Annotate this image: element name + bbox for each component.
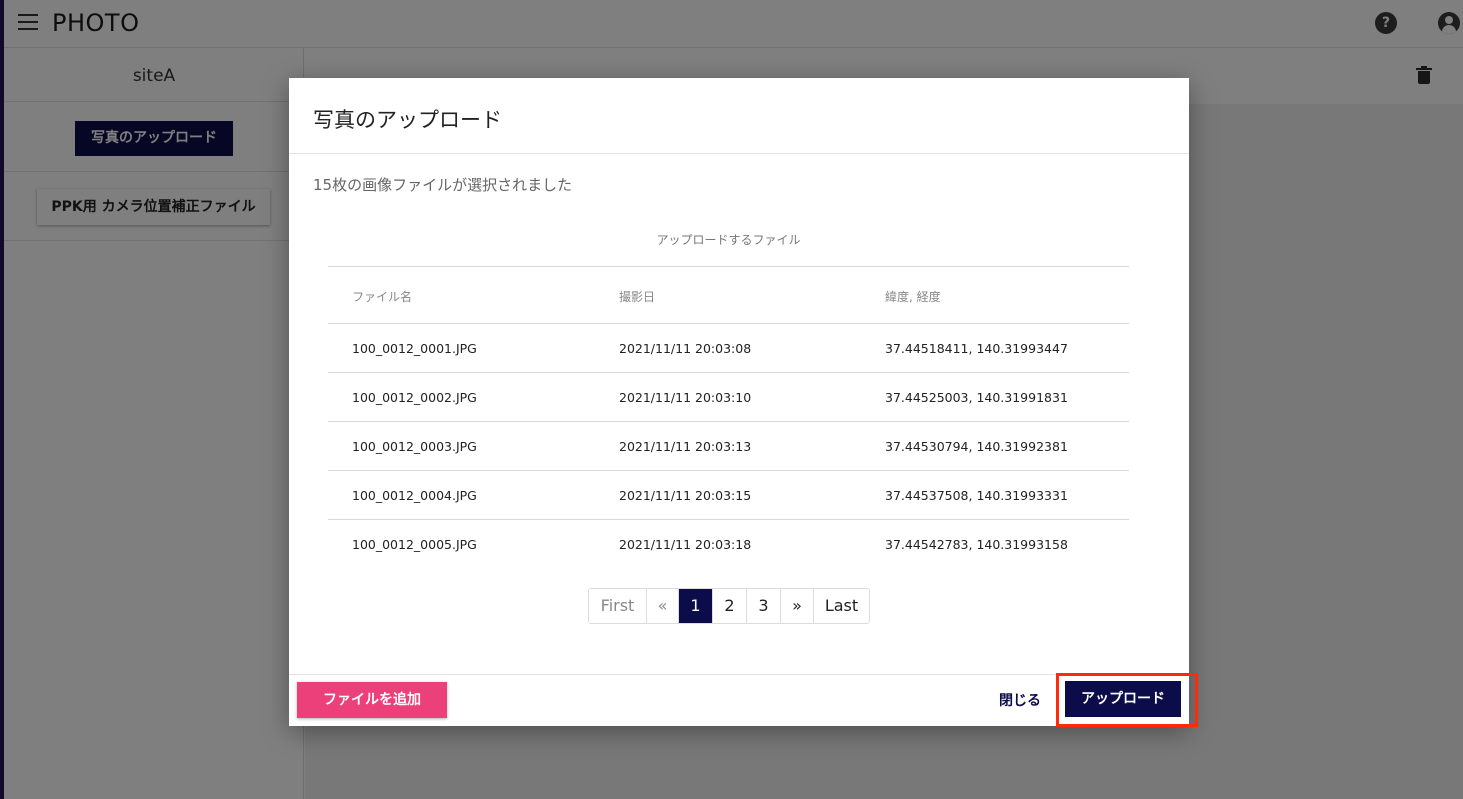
page-next-button[interactable]: »: [781, 589, 814, 623]
upload-button[interactable]: アップロード: [1065, 681, 1181, 717]
page-2-button[interactable]: 2: [713, 589, 747, 623]
cell-date: 2021/11/11 20:03:10: [619, 390, 752, 405]
cell-date: 2021/11/11 20:03:13: [619, 439, 752, 454]
cell-filename: 100_0012_0004.JPG: [352, 488, 477, 503]
dialog-footer: ファイルを追加 閉じる アップロード: [289, 674, 1189, 726]
table-row: 100_0012_0002.JPG 2021/11/11 20:03:10 37…: [328, 373, 1129, 422]
cell-filename: 100_0012_0001.JPG: [352, 341, 477, 356]
page-first-button[interactable]: First: [589, 589, 647, 623]
upload-dialog: 写真のアップロード 15枚の画像ファイルが選択されました アップロードするファイ…: [289, 78, 1189, 726]
dialog-header: 写真のアップロード: [289, 78, 1189, 154]
header-date: 撮影日: [619, 290, 656, 304]
cell-filename: 100_0012_0003.JPG: [352, 439, 477, 454]
pagination: First « 1 2 3 » Last: [588, 588, 870, 624]
page-last-button[interactable]: Last: [814, 589, 869, 623]
dialog-title: 写真のアップロード: [313, 108, 502, 132]
cell-date: 2021/11/11 20:03:18: [619, 537, 752, 552]
cell-filename: 100_0012_0005.JPG: [352, 537, 477, 552]
cell-date: 2021/11/11 20:03:08: [619, 341, 752, 356]
header-filename: ファイル名: [352, 290, 413, 304]
page-prev-button[interactable]: «: [647, 589, 679, 623]
cell-latlng: 37.44542783, 140.31993158: [885, 537, 1068, 552]
table-header-row: ファイル名 撮影日 緯度, 経度: [328, 267, 1129, 324]
page-1-button[interactable]: 1: [679, 589, 713, 623]
cell-latlng: 37.44537508, 140.31993331: [885, 488, 1068, 503]
table-row: 100_0012_0004.JPG 2021/11/11 20:03:15 37…: [328, 471, 1129, 520]
cell-latlng: 37.44530794, 140.31992381: [885, 439, 1068, 454]
add-file-button[interactable]: ファイルを追加: [297, 682, 447, 718]
page-3-button[interactable]: 3: [747, 589, 781, 623]
table-row: 100_0012_0001.JPG 2021/11/11 20:03:08 37…: [328, 324, 1129, 373]
table-row: 100_0012_0005.JPG 2021/11/11 20:03:18 37…: [328, 520, 1129, 569]
cell-latlng: 37.44518411, 140.31993447: [885, 341, 1068, 356]
files-table: アップロードするファイル ファイル名 撮影日 緯度, 経度 100_0012_0…: [328, 227, 1129, 569]
cell-date: 2021/11/11 20:03:15: [619, 488, 752, 503]
selected-files-message: 15枚の画像ファイルが選択されました: [313, 176, 573, 194]
table-caption: アップロードするファイル: [328, 227, 1129, 267]
header-latlng: 緯度, 経度: [885, 290, 941, 304]
cell-filename: 100_0012_0002.JPG: [352, 390, 477, 405]
close-button[interactable]: 閉じる: [987, 683, 1053, 719]
table-row: 100_0012_0003.JPG 2021/11/11 20:03:13 37…: [328, 422, 1129, 471]
cell-latlng: 37.44525003, 140.31991831: [885, 390, 1068, 405]
